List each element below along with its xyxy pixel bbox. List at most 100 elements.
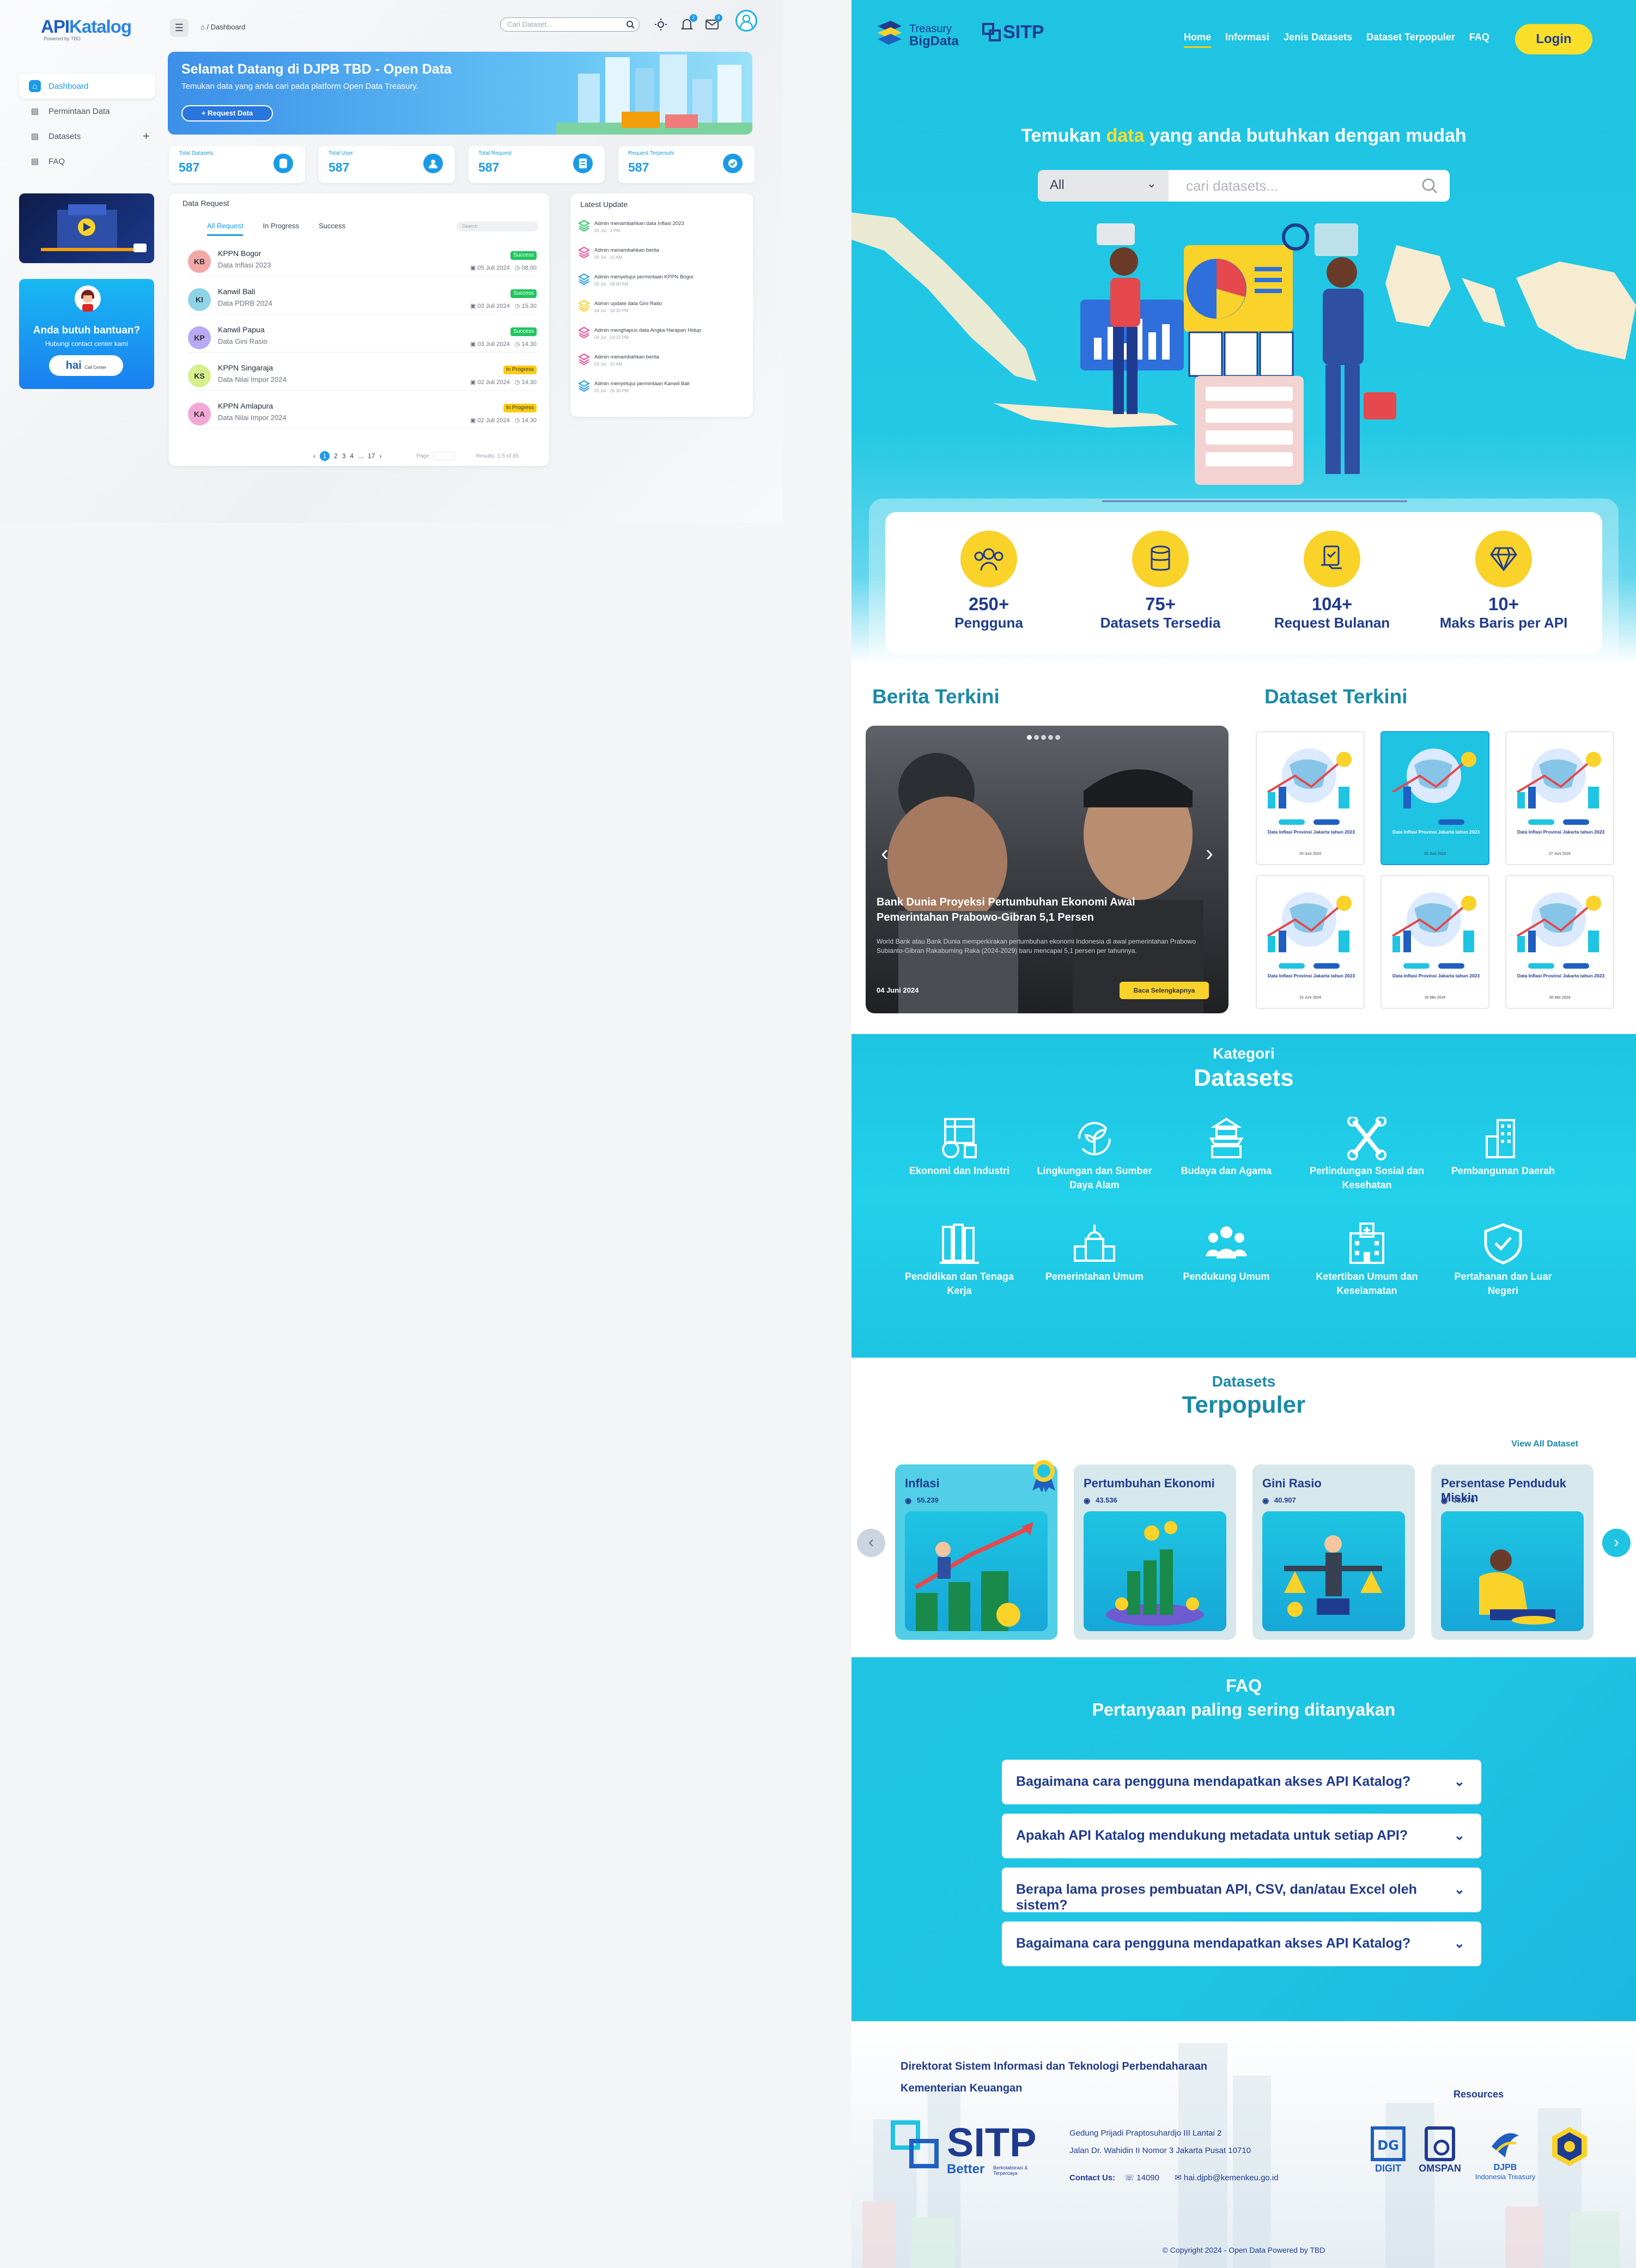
login-button[interactable]: Login — [1515, 24, 1592, 54]
read-more-button[interactable]: Baca Selengkapnya — [1120, 982, 1209, 999]
faq-item[interactable]: Apakah API Katalog mendukung metadata un… — [1002, 1814, 1481, 1858]
update-item[interactable]: Admin menambahkan data Inflasi 2023 05 Ju… — [578, 220, 741, 246]
sidebar-item-dashboard[interactable]: ⌂ Dashboard — [19, 74, 155, 99]
page-input[interactable] — [433, 452, 455, 460]
dataset-card[interactable]: Data Inflasi Provinsi Jakarta tahun 2023… — [1380, 731, 1489, 865]
carousel-dot[interactable] — [1027, 735, 1032, 740]
page-number[interactable]: 1 — [320, 451, 330, 461]
news-carousel[interactable]: ‹ › Bank Dunia Proyeksi Pertumbuhan Ekon… — [866, 726, 1228, 1013]
request-row[interactable]: KS KPPN Singaraja Data Nilai Impor 2024 In … — [188, 358, 537, 391]
tab-all-request[interactable]: All Request — [207, 222, 244, 236]
nav-home[interactable]: Home — [1184, 32, 1212, 48]
tab-success[interactable]: Success — [319, 222, 345, 236]
page-number[interactable]: 17 — [368, 452, 375, 460]
category-item[interactable]: Lingkungan dan Sumber Daya Alam — [1029, 1117, 1160, 1192]
dataset-card[interactable]: Data Inflasi Provinsi Jakarta tahun 2023… — [1505, 731, 1614, 865]
view-all-dataset-link[interactable]: View All Dataset — [1511, 1439, 1578, 1449]
dataset-search-input[interactable]: Cari Dataset... — [500, 17, 640, 32]
page-number[interactable]: 2 — [334, 452, 338, 460]
request-row[interactable]: KB KPPN Bogor Data Inflasi 2023 Success ▣ 05… — [188, 244, 537, 276]
dataset-card[interactable]: Data Inflasi Provinsi Jakarta tahun 2023… — [1256, 875, 1365, 1009]
footer-email[interactable]: hai.djpb@kemenkeu.go.id — [1184, 2173, 1279, 2182]
page-number[interactable]: 4 — [350, 452, 354, 460]
kemenkeu-emblem-icon[interactable] — [1548, 2125, 1591, 2168]
video-thumbnail[interactable] — [19, 193, 154, 263]
sidebar-item-permintaan-data[interactable]: ▤ Permintaan Data — [19, 99, 155, 124]
popular-dataset-card[interactable]: Pertumbuhan Ekonomi ◉ 43.536 — [1074, 1464, 1236, 1640]
category-item[interactable]: Pertahanan dan Luar Negeri — [1438, 1223, 1568, 1298]
popular-dataset-card[interactable]: Inflasi ◉ 55.239 — [895, 1460, 1057, 1640]
sidebar-item-faq[interactable]: ▤ FAQ — [19, 149, 155, 174]
category-item[interactable]: Ekonomi dan Industri — [894, 1117, 1025, 1178]
nav-faq[interactable]: FAQ — [1469, 32, 1489, 48]
carousel-dot[interactable] — [1055, 735, 1060, 740]
request-row[interactable]: KP Kanwil Papua Data Gini Rasio Success ▣ 03… — [188, 320, 537, 352]
carousel-prev-arrow[interactable]: ‹ — [881, 840, 889, 866]
sidebar-item-datasets[interactable]: ▤ Datasets + — [19, 124, 155, 149]
update-item[interactable]: Admin menghapus data Angka Harapan Hidup… — [578, 326, 741, 352]
hero-search-input[interactable]: cari datasets... — [1186, 178, 1278, 194]
call-center-button[interactable]: hai Call Center — [49, 355, 123, 376]
category-item[interactable]: Pendidikan dan Tenaga Kerja — [894, 1223, 1025, 1298]
page-number[interactable]: ... — [358, 452, 363, 460]
category-select[interactable]: All ⌄ — [1038, 170, 1169, 202]
popular-prev-arrow[interactable]: ‹ — [857, 1529, 885, 1557]
omspan-logo[interactable]: OMSPAN — [1415, 2125, 1464, 2174]
next-page-button[interactable]: › — [379, 452, 381, 460]
prev-page-button[interactable]: ‹ — [313, 452, 315, 460]
carousel-dot[interactable] — [1041, 735, 1046, 740]
tab-in-progress[interactable]: In Progress — [263, 222, 299, 236]
page-number[interactable]: 3 — [342, 452, 346, 460]
update-item[interactable]: Admin menyetujui permintaan KPPN Bogor 05… — [578, 273, 741, 299]
notification-bell-icon[interactable]: 2 — [679, 14, 697, 33]
request-search-input[interactable]: Search — [457, 222, 538, 232]
help-subtitle: Hubungi contact center kami — [45, 340, 129, 348]
request-row[interactable]: KA KPPN Amlapura Data Nilai Impor 2024 In P… — [188, 396, 537, 429]
user-avatar[interactable] — [735, 10, 757, 32]
building-icon — [1486, 1119, 1515, 1158]
status-badge: Success — [510, 289, 537, 298]
dataset-date: 30 Mei 2024 — [1549, 996, 1571, 1000]
popular-next-arrow[interactable]: › — [1602, 1529, 1631, 1557]
category-item[interactable]: Ketertiban Umum dan Keselamatan — [1301, 1223, 1432, 1298]
update-item[interactable]: Admin menyetujui permintaan Kanwil Bali 0… — [578, 380, 741, 406]
search-icon[interactable] — [1421, 178, 1438, 194]
update-item[interactable]: Admin update data Gini Ratio 04 Jul · 18:… — [578, 300, 741, 326]
nav-jenis-datasets[interactable]: Jenis Datasets — [1284, 32, 1352, 48]
request-datetime: ▣ 05 Juli 2024 ◷ 08.00 — [470, 265, 537, 271]
faq-item[interactable]: Berapa lama proses pembuatan API, CSV, d… — [1002, 1868, 1481, 1913]
dataset-card[interactable]: Data Inflasi Provinsi Jakarta tahun 2023… — [1256, 731, 1365, 865]
carousel-dot[interactable] — [1048, 735, 1053, 740]
menu-toggle-button[interactable]: ☰ — [170, 19, 188, 37]
mail-icon[interactable]: 4 — [704, 14, 722, 33]
nav-dataset-terpopuler[interactable]: Dataset Terpopuler — [1366, 32, 1455, 48]
faq-item[interactable]: Bagaimana cara pengguna mendapatkan akse… — [1002, 1760, 1481, 1804]
update-item[interactable]: Admin menambahkan berita 05 Jul · 10 AM — [578, 246, 741, 272]
category-item[interactable]: Perlindungan Sosial dan Kesehatan — [1301, 1117, 1432, 1192]
popular-dataset-card[interactable]: Gini Rasio ◉ 40.907 — [1252, 1464, 1415, 1640]
latest-update-title: Latest Update — [580, 200, 628, 209]
footer-phone[interactable]: 14090 — [1136, 2173, 1159, 2182]
category-label: Pemerintahan Umum — [1045, 1271, 1144, 1282]
category-item[interactable]: Budaya dan Agama — [1161, 1117, 1292, 1178]
carousel-dot[interactable] — [1034, 735, 1039, 740]
carousel-next-arrow[interactable]: › — [1206, 840, 1213, 866]
faq-item[interactable]: Bagaimana cara pengguna mendapatkan akse… — [1002, 1922, 1481, 1966]
category-item[interactable]: Pemerintahan Umum — [1029, 1223, 1160, 1284]
nav-informasi[interactable]: Informasi — [1225, 32, 1269, 48]
request-data-button[interactable]: + Request Data — [181, 105, 273, 121]
request-row[interactable]: KI Kanwil Bali Data PDRB 2024 Success ▣ 03 J… — [188, 282, 537, 314]
digit-logo[interactable]: DG DIGIT — [1366, 2125, 1410, 2174]
category-item[interactable]: Pendukung Umum — [1161, 1223, 1292, 1284]
dataset-card[interactable]: Data Inflasi Provinsi Jakarta tahun 2023… — [1505, 875, 1614, 1009]
theme-toggle-icon[interactable] — [653, 16, 669, 33]
news-headline[interactable]: Bank Dunia Proyeksi Pertumbuhan Ekonomi … — [877, 895, 1203, 925]
category-item[interactable]: Pembangunan Daerah — [1438, 1117, 1568, 1178]
expand-plus-icon[interactable]: + — [143, 129, 150, 143]
home-icon[interactable]: ⌂ — [200, 23, 205, 31]
djpb-logo[interactable]: DJPB Indonesia Treasury — [1467, 2125, 1543, 2181]
popular-dataset-card[interactable]: Persentase Penduduk Miskin ◉ 38.576 — [1431, 1464, 1594, 1640]
update-item[interactable]: Admin menambahkan berita 03 Jul · 10 AM — [578, 353, 741, 379]
app-logo[interactable]: APIKatalog — [41, 16, 132, 37]
dataset-card[interactable]: Data Inflasi Provinsi Jakarta tahun 2023… — [1380, 875, 1489, 1009]
